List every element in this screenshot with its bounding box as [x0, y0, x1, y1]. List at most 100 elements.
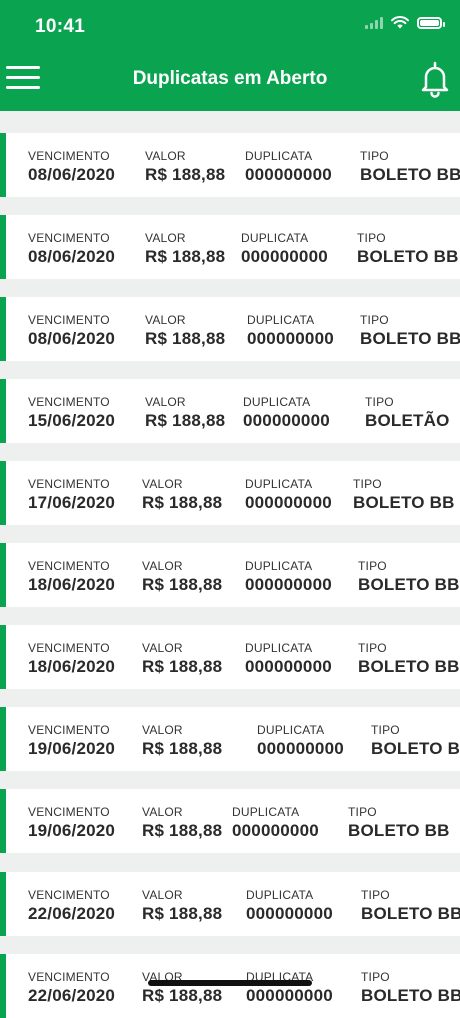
duplicata-label: DUPLICATA	[241, 231, 309, 245]
vencimento-label: VENCIMENTO	[28, 723, 110, 737]
home-indicator	[148, 980, 312, 986]
vencimento-label: VENCIMENTO	[28, 231, 110, 245]
vencimento-label: VENCIMENTO	[28, 970, 110, 984]
vencimento-label: VENCIMENTO	[28, 477, 110, 491]
vencimento-column: VENCIMENTO 22/06/2020	[28, 970, 115, 1006]
duplicata-label: DUPLICATA	[245, 477, 313, 491]
vencimento-column: VENCIMENTO 08/06/2020	[28, 149, 115, 185]
duplicata-label: DUPLICATA	[245, 149, 313, 163]
vencimento-label: VENCIMENTO	[28, 888, 110, 902]
status-icons	[365, 16, 445, 29]
duplicata-column: DUPLICATA 000000000	[241, 231, 328, 267]
tipo-column: TIPO BOLETO BB	[360, 149, 460, 185]
tipo-value: BOLETO BB	[361, 904, 460, 923]
cellular-signal-icon	[365, 16, 383, 29]
valor-label: VALOR	[142, 641, 183, 655]
duplicata-value: 000000000	[243, 411, 330, 430]
vencimento-column: VENCIMENTO 08/06/2020	[28, 231, 115, 267]
duplicata-value: 000000000	[247, 329, 334, 348]
tipo-label: TIPO	[360, 313, 389, 327]
duplicata-card[interactable]: VENCIMENTO 19/06/2020 VALOR R$ 188,88 DUPLIC…	[0, 707, 460, 771]
tipo-label: TIPO	[358, 559, 387, 573]
tipo-label: TIPO	[360, 149, 389, 163]
duplicata-column: DUPLICATA 000000000	[245, 477, 332, 513]
valor-value: R$ 188,88	[145, 329, 226, 348]
tipo-label: TIPO	[348, 805, 377, 819]
vencimento-column: VENCIMENTO 22/06/2020	[28, 888, 115, 924]
tipo-label: TIPO	[361, 888, 390, 902]
vencimento-value: 18/06/2020	[28, 657, 116, 676]
duplicata-column: DUPLICATA 000000000	[246, 970, 333, 1006]
duplicata-card[interactable]: VENCIMENTO 19/06/2020 VALOR R$ 188,88 DUPLIC…	[0, 789, 460, 853]
valor-label: VALOR	[142, 805, 183, 819]
valor-column: VALOR R$ 188,88	[145, 149, 225, 185]
duplicata-label: DUPLICATA	[247, 313, 315, 327]
valor-column: VALOR R$ 188,88	[142, 559, 222, 595]
vencimento-column: VENCIMENTO 17/06/2020	[28, 477, 115, 513]
tipo-column: TIPO BOLETO BB	[357, 231, 459, 267]
valor-value: R$ 188,88	[145, 411, 226, 430]
tipo-label: TIPO	[371, 723, 400, 737]
duplicata-card[interactable]: VENCIMENTO 22/06/2020 VALOR R$ 188,88 DUPLIC…	[0, 954, 460, 1018]
tipo-value: BOLETO BB	[361, 986, 460, 1005]
duplicata-card[interactable]: VENCIMENTO 08/06/2020 VALOR R$ 188,88 DUPLIC…	[0, 133, 460, 197]
page-title: Duplicatas em Aberto	[132, 68, 328, 89]
duplicata-card[interactable]: VENCIMENTO 08/06/2020 VALOR R$ 188,88 DUPLIC…	[0, 215, 460, 279]
valor-column: VALOR R$ 188,88	[142, 805, 222, 841]
tipo-value: BOLETO B	[371, 739, 460, 758]
tipo-column: TIPO BOLETO BB	[358, 641, 460, 677]
tipo-value: BOLETO BB	[358, 657, 460, 676]
valor-column: VALOR R$ 188,88	[142, 888, 222, 924]
duplicata-card[interactable]: VENCIMENTO 18/06/2020 VALOR R$ 188,88 DUPLIC…	[0, 625, 460, 689]
vencimento-label: VENCIMENTO	[28, 559, 110, 573]
duplicata-value: 000000000	[245, 657, 332, 676]
tipo-value: BOLETÃO	[365, 411, 450, 430]
duplicata-value: 000000000	[246, 986, 333, 1005]
vencimento-value: 15/06/2020	[28, 411, 116, 430]
duplicata-value: 000000000	[246, 904, 333, 923]
vencimento-label: VENCIMENTO	[28, 641, 110, 655]
valor-value: R$ 188,88	[142, 904, 223, 923]
duplicata-column: DUPLICATA 000000000	[232, 805, 319, 841]
duplicata-card[interactable]: VENCIMENTO 08/06/2020 VALOR R$ 188,88 DUPLIC…	[0, 297, 460, 361]
duplicata-column: DUPLICATA 000000000	[243, 395, 330, 431]
duplicata-column: DUPLICATA 000000000	[246, 888, 333, 924]
duplicata-label: DUPLICATA	[243, 395, 311, 409]
duplicata-card[interactable]: VENCIMENTO 18/06/2020 VALOR R$ 188,88 DUPLIC…	[0, 543, 460, 607]
duplicata-card[interactable]: VENCIMENTO 22/06/2020 VALOR R$ 188,88 DUPLIC…	[0, 872, 460, 936]
valor-label: VALOR	[145, 231, 186, 245]
wifi-icon	[391, 16, 409, 29]
duplicata-column: DUPLICATA 000000000	[245, 641, 332, 677]
duplicata-label: DUPLICATA	[246, 888, 314, 902]
valor-value: R$ 188,88	[145, 247, 226, 266]
duplicata-value: 000000000	[245, 493, 332, 512]
valor-label: VALOR	[145, 313, 186, 327]
tipo-label: TIPO	[365, 395, 394, 409]
duplicata-column: DUPLICATA 000000000	[257, 723, 344, 759]
vencimento-value: 18/06/2020	[28, 575, 116, 594]
valor-value: R$ 188,88	[142, 575, 223, 594]
bell-icon[interactable]	[418, 60, 452, 98]
valor-value: R$ 188,88	[142, 657, 223, 676]
duplicata-label: DUPLICATA	[245, 641, 313, 655]
duplicata-label: DUPLICATA	[232, 805, 300, 819]
duplicata-column: DUPLICATA 000000000	[247, 313, 334, 349]
vencimento-column: VENCIMENTO 18/06/2020	[28, 559, 115, 595]
duplicata-card[interactable]: VENCIMENTO 17/06/2020 VALOR R$ 188,88 DUPLIC…	[0, 461, 460, 525]
duplicata-value: 000000000	[245, 165, 332, 184]
vencimento-column: VENCIMENTO 18/06/2020	[28, 641, 115, 677]
valor-column: VALOR R$ 188,88	[142, 641, 222, 677]
valor-value: R$ 188,88	[142, 821, 223, 840]
vencimento-value: 17/06/2020	[28, 493, 116, 512]
tipo-value: BOLETO BB	[360, 165, 460, 184]
duplicata-value: 000000000	[245, 575, 332, 594]
duplicata-card[interactable]: VENCIMENTO 15/06/2020 VALOR R$ 188,88 DUPLIC…	[0, 379, 460, 443]
vencimento-value: 08/06/2020	[28, 247, 116, 266]
tipo-value: BOLETO BB	[358, 575, 460, 594]
valor-column: VALOR R$ 188,88	[142, 970, 222, 1006]
valor-value: R$ 188,88	[142, 493, 223, 512]
valor-column: VALOR R$ 188,88	[145, 231, 225, 267]
valor-label: VALOR	[145, 149, 186, 163]
vencimento-value: 08/06/2020	[28, 329, 116, 348]
tipo-column: TIPO BOLETO B	[371, 723, 460, 759]
